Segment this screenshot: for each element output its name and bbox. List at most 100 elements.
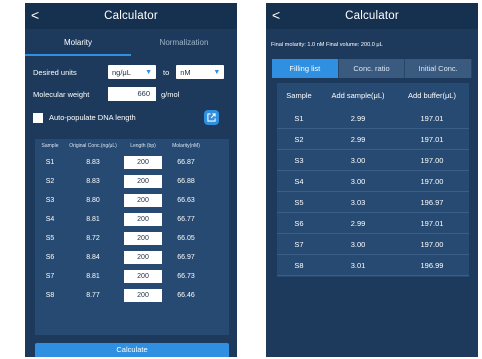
conc-cell: 8.83: [86, 159, 100, 166]
length-input[interactable]: 200: [124, 270, 162, 283]
conc-cell: 8.81: [86, 273, 100, 280]
unit-to-select[interactable]: nM ▼: [176, 65, 225, 79]
length-cell: 200: [121, 213, 165, 226]
sample-cell: S1: [294, 113, 304, 123]
sample-cell: S3: [45, 197, 55, 204]
add-buffer-cell: 197.00: [420, 155, 444, 165]
dropdown-arrow-icon: ▼: [213, 68, 221, 76]
to-label: to: [163, 67, 170, 77]
add-buffer-cell: 197.01: [420, 113, 444, 123]
conc-cell: 8.77: [86, 292, 100, 299]
length-cell: 200: [121, 251, 165, 264]
table-row: S3 3.00 197.00: [277, 150, 469, 171]
length-cell: 200: [121, 232, 165, 245]
col-length: Length (bp): [130, 143, 156, 149]
sample-cell: S2: [294, 134, 304, 144]
molarity-cell: 66.77: [177, 216, 195, 223]
table-row: S2 2.99 197.01: [277, 129, 469, 150]
length-input[interactable]: 200: [124, 289, 162, 302]
add-buffer-cell: 196.99: [420, 260, 444, 270]
table-row: S4 8.81 200 66.77: [35, 210, 229, 229]
conc-cell: 8.81: [86, 216, 100, 223]
table-row: S8 3.01 196.99: [277, 255, 469, 276]
length-cell: 200: [121, 194, 165, 207]
conc-cell: 8.80: [86, 197, 100, 204]
length-input[interactable]: 200: [124, 175, 162, 188]
length-input[interactable]: 200: [124, 232, 162, 245]
back-icon[interactable]: <: [31, 7, 39, 23]
sample-cell: S1: [45, 159, 55, 166]
length-cell: 200: [121, 270, 165, 283]
sample-cell: S6: [294, 218, 304, 228]
add-sample-cell: 2.99: [350, 113, 366, 123]
col-sample: Sample: [41, 143, 59, 149]
molarity-cell: 66.63: [177, 197, 195, 204]
table-row: S1 8.83 200 66.87: [35, 153, 229, 172]
length-input[interactable]: 200: [124, 194, 162, 207]
length-input[interactable]: 200: [124, 251, 162, 264]
add-sample-cell: 3.03: [350, 197, 366, 207]
back-icon[interactable]: <: [272, 7, 280, 23]
sample-cell: S5: [294, 197, 304, 207]
tab-normalization[interactable]: Normalization: [131, 32, 237, 56]
length-input[interactable]: 200: [124, 156, 162, 169]
dropdown-arrow-icon: ▼: [145, 68, 152, 76]
final-summary: Final molarity: 1.0 nM Final volume: 200…: [271, 42, 383, 48]
unit-from-select[interactable]: ng/μL ▼: [108, 65, 156, 79]
title-bar: < Calculator: [25, 3, 237, 29]
sample-cell: S5: [45, 235, 55, 242]
molarity-table: Sample Original Conc.(ng/μL) Length (bp)…: [35, 139, 229, 335]
tab-conc-ratio[interactable]: Conc. ratio: [338, 59, 406, 78]
table-row: S6 8.84 200 66.97: [35, 248, 229, 267]
sample-cell: S4: [45, 216, 55, 223]
unit-from-value: ng/μL: [112, 67, 131, 77]
molecular-weight-input[interactable]: 660: [108, 87, 156, 101]
molarity-screen: < Calculator Molarity Normalization Desi…: [25, 3, 237, 357]
molecular-weight-label: Molecular weight: [33, 89, 90, 99]
page-title: Calculator: [104, 10, 158, 22]
unit-to-value: nM: [180, 67, 191, 77]
length-cell: 200: [121, 175, 165, 188]
table-row: S5 8.72 200 66.05: [35, 229, 229, 248]
table-row: S1 2.99 197.01: [277, 108, 469, 129]
add-buffer-cell: 197.01: [420, 218, 444, 228]
sample-cell: S7: [45, 273, 55, 280]
sample-cell: S6: [45, 254, 55, 261]
tab-molarity[interactable]: Molarity: [25, 32, 131, 56]
desired-units-row: Desired units ng/μL ▼ to nM ▼: [33, 65, 237, 79]
title-bar: < Calculator: [266, 3, 478, 29]
length-input[interactable]: 200: [124, 213, 162, 226]
add-sample-cell: 2.99: [350, 134, 366, 144]
tab-initial-conc[interactable]: Initial Conc.: [405, 59, 473, 78]
col-molarity: Molarity(nM): [172, 143, 200, 149]
length-cell: 200: [121, 156, 165, 169]
add-sample-cell: 3.01: [350, 260, 366, 270]
length-cell: 200: [121, 289, 165, 302]
conc-cell: 8.83: [86, 178, 100, 185]
molarity-cell: 66.97: [177, 254, 195, 261]
autopopulate-checkbox[interactable]: [33, 112, 43, 123]
table-header: Sample Add sample(μL) Add buffer(μL): [277, 83, 469, 108]
table-header: Sample Original Conc.(ng/μL) Length (bp)…: [35, 139, 229, 153]
external-link-icon[interactable]: [204, 110, 219, 125]
calculate-button[interactable]: Calculate: [35, 343, 229, 357]
page-title: Calculator: [345, 10, 399, 22]
result-tabs: Filling list Conc. ratio Initial Conc.: [272, 59, 473, 78]
table-row: S6 2.99 197.01: [277, 213, 469, 234]
col-add-sample: Add sample(μL): [331, 91, 385, 100]
filling-list-table: Sample Add sample(μL) Add buffer(μL) S1 2…: [277, 83, 469, 277]
table-row: S7 3.00 197.00: [277, 234, 469, 255]
tab-filling-list[interactable]: Filling list: [272, 59, 339, 78]
conc-cell: 8.84: [86, 254, 100, 261]
table-row: S3 8.80 200 66.63: [35, 191, 229, 210]
add-sample-cell: 3.00: [350, 239, 366, 249]
sample-cell: S8: [294, 260, 304, 270]
autopopulate-label: Auto-populate DNA length: [49, 113, 136, 122]
add-sample-cell: 3.00: [350, 155, 366, 165]
table-row: S4 3.00 197.00: [277, 171, 469, 192]
add-buffer-cell: 197.00: [420, 239, 444, 249]
add-sample-cell: 2.99: [350, 218, 366, 228]
table-row: S8 8.77 200 66.46: [35, 286, 229, 305]
table-row: S7 8.81 200 66.73: [35, 267, 229, 286]
molecular-weight-row: Molecular weight 660 g/mol: [33, 87, 237, 101]
